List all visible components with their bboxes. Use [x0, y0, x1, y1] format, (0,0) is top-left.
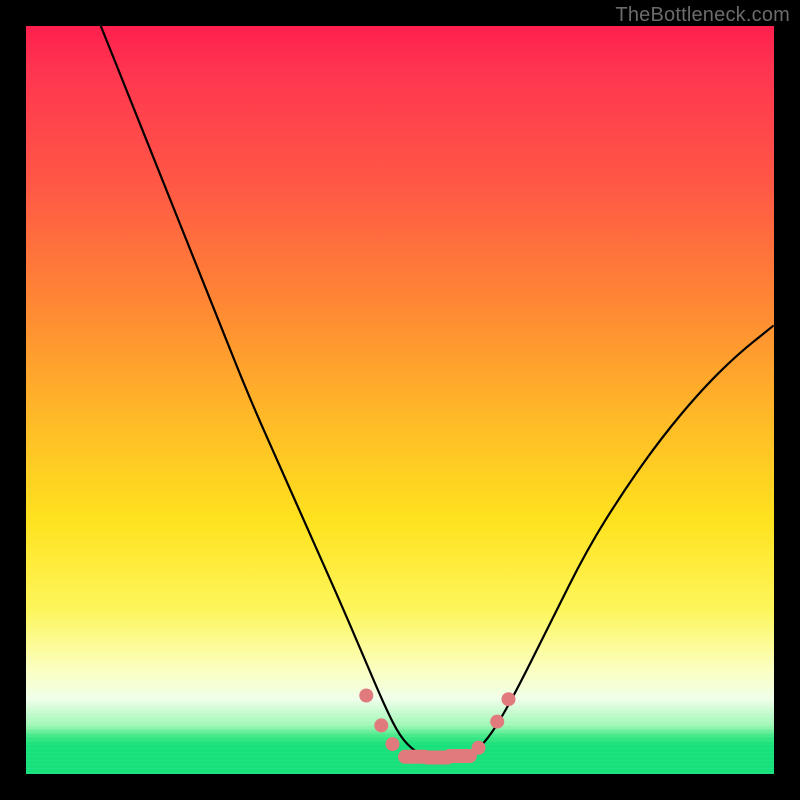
curve-path — [101, 26, 774, 759]
chart-frame: TheBottleneck.com — [0, 0, 800, 800]
highlight-marker — [443, 749, 477, 763]
highlight-marker — [502, 692, 516, 706]
highlight-marker — [374, 718, 388, 732]
highlight-marker — [359, 689, 373, 703]
highlight-marker — [386, 737, 400, 751]
chart-plot-area — [26, 26, 774, 774]
chart-svg — [26, 26, 774, 774]
highlight-marker — [490, 715, 504, 729]
highlight-marker — [472, 741, 486, 755]
bottleneck-curve — [101, 26, 774, 759]
watermark-text: TheBottleneck.com — [615, 4, 790, 27]
